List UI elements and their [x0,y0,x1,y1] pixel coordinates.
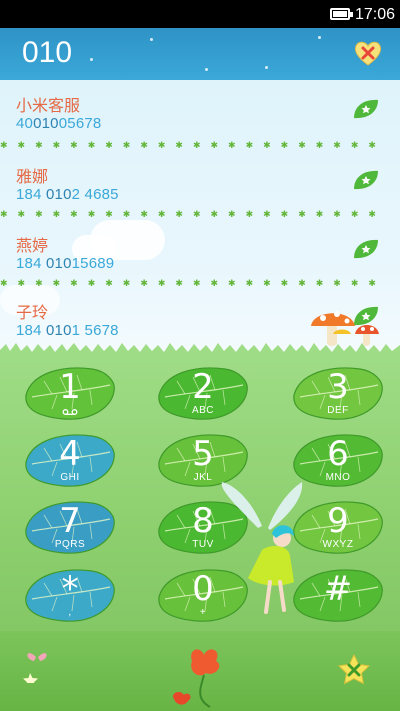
key-digit: 6 [327,434,349,474]
bottom-bar [0,631,400,711]
status-bar: 17:06 [0,0,400,28]
contact-row[interactable]: 燕婷 184 01015689 [0,220,400,278]
key-digit: 3 [327,367,349,407]
separator: ✱✱✱✱✱✱✱✱✱✱✱✱✱✱✱✱✱✱✱✱✱✱ [0,210,386,218]
contact-name: 小米客服 [16,98,81,115]
contact-name: 燕婷 [16,238,49,255]
butterfly-decoration [23,653,47,683]
key-digit: 1 [59,367,81,407]
key-letters: , [68,607,72,618]
key-digit: 7 [59,501,81,541]
flower-decoration [173,649,220,708]
key-digit: 2 [192,367,214,407]
voicemail-icon [62,409,78,415]
contact-name: 子玲 [16,305,49,322]
key-star[interactable]: *, [22,565,118,625]
contact-number: 184 0101 5678 [16,322,119,339]
fairy-decoration [221,482,303,614]
contact-number: 184 0102 4685 [16,186,119,203]
key-7[interactable]: 7 PQRS [22,497,118,557]
contact-name: 雅娜 [16,169,49,186]
leaf-icon[interactable] [352,98,380,120]
key-1[interactable]: 1 [22,363,118,423]
leaf-icon[interactable] [352,238,380,260]
contact-row[interactable]: 小米客服 4001005678 [0,80,400,138]
dialer-header: 010 [0,28,400,80]
heart-delete-icon[interactable] [353,38,383,68]
key-digit: 4 [59,434,81,474]
separator: ✱✱✱✱✱✱✱✱✱✱✱✱✱✱✱✱✱✱✱✱✱✱ [0,279,386,287]
key-letters: GHI [60,472,80,483]
status-time: 17:06 [355,6,396,23]
contact-number: 4001005678 [16,115,102,132]
separator: ✱✱✱✱✱✱✱✱✱✱✱✱✱✱✱✱✱✱✱✱✱✱ [0,141,386,149]
key-digit: 5 [192,434,214,474]
key-2[interactable]: 2 ABC [155,363,251,423]
key-letters: DEF [327,405,349,416]
key-letters: ABC [191,405,215,416]
contact-number: 184 01015689 [16,255,115,272]
key-letters: PQRS [54,539,86,550]
battery-icon [330,8,353,20]
key-digit: * [61,569,79,609]
keypad: 1 2 ABC 3 DEF 4 GHI 5 JKL 6 MNO 7 PQRS 8 TUV 9 WXYZ *, 0 + # [0,355,400,631]
contact-row[interactable]: 雅娜 184 0102 4685 [0,151,400,209]
dialed-number[interactable]: 010 [22,36,72,70]
contact-list: 小米客服 4001005678 ✱✱✱✱✱✱✱✱✱✱✱✱✱✱✱✱✱✱✱✱✱✱ 雅… [0,80,400,355]
grass-decoration [0,343,400,355]
leaf-icon[interactable] [352,169,380,191]
close-icon[interactable] [337,653,371,687]
key-4[interactable]: 4 GHI [22,430,118,490]
key-3[interactable]: 3 DEF [290,363,386,423]
